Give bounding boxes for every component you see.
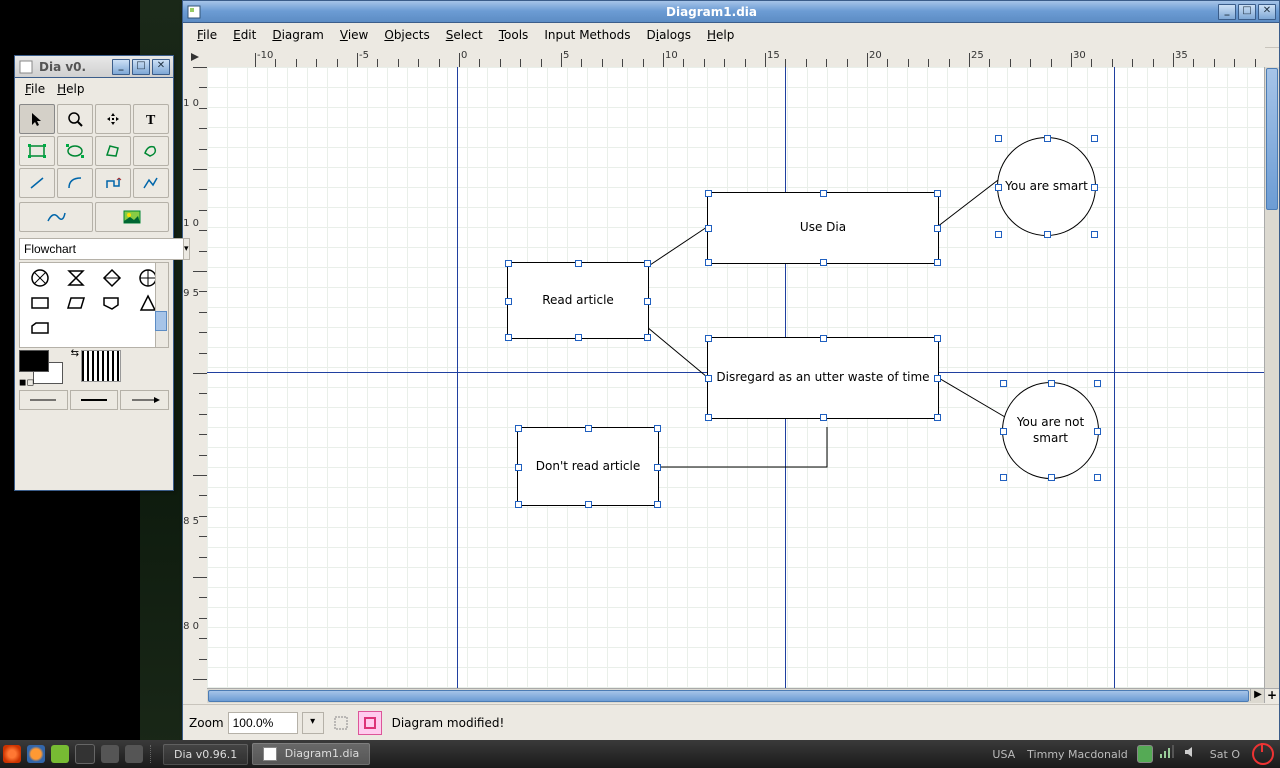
toolbox-menu-help[interactable]: Help bbox=[51, 80, 90, 98]
zoom-dropdown[interactable]: ▾ bbox=[302, 712, 324, 734]
tool-polyline[interactable] bbox=[133, 168, 169, 198]
scrollbar-horizontal[interactable]: ▶ bbox=[207, 688, 1265, 703]
menu-tools[interactable]: Tools bbox=[491, 25, 537, 45]
app-icon-5[interactable] bbox=[101, 745, 119, 763]
snap-toggle[interactable] bbox=[330, 712, 352, 734]
tool-line[interactable] bbox=[19, 168, 55, 198]
app-icon-6[interactable] bbox=[125, 745, 143, 763]
shape-process[interactable] bbox=[24, 292, 57, 314]
swap-colors-icon[interactable]: ⇆ bbox=[71, 348, 79, 359]
color-swatches[interactable]: ⇆ ◼◻ bbox=[19, 350, 71, 386]
ruler-horizontal[interactable]: -10-505101520253035 bbox=[207, 47, 1265, 68]
node-dontread[interactable]: Don't read article bbox=[517, 427, 659, 506]
main-title: Diagram1.dia bbox=[205, 5, 1218, 19]
node-usedia[interactable]: Use Dia bbox=[707, 192, 939, 264]
tray-keyboard[interactable]: USA bbox=[992, 748, 1015, 761]
zoom-input[interactable] bbox=[228, 712, 298, 734]
toolbox-window: Dia v0. _ □ ✕ File Help T ▾ bbox=[14, 55, 174, 491]
menu-edit[interactable]: Edit bbox=[225, 25, 264, 45]
nav-button[interactable]: + bbox=[1264, 688, 1279, 703]
dia-doc-icon bbox=[263, 747, 277, 761]
menu-select[interactable]: Select bbox=[438, 25, 491, 45]
tool-pointer[interactable] bbox=[19, 104, 55, 134]
shape-io[interactable] bbox=[60, 292, 93, 314]
status-message: Diagram modified! bbox=[388, 716, 1273, 730]
sheet-combo[interactable] bbox=[19, 238, 184, 260]
ruler-vertical[interactable]: 1 01 09 58 58 0 bbox=[183, 67, 208, 689]
toolbox-maximize-button[interactable]: □ bbox=[132, 59, 150, 75]
main-titlebar[interactable]: Diagram1.dia _ □ ✕ bbox=[183, 1, 1279, 23]
battery-icon[interactable] bbox=[1137, 745, 1153, 763]
taskbar-item-toolbox[interactable]: Dia v0.96.1 bbox=[163, 744, 248, 765]
node-read[interactable]: Read article bbox=[507, 262, 649, 339]
toolbox-close-button[interactable]: ✕ bbox=[152, 59, 170, 75]
arrow-end[interactable] bbox=[120, 390, 169, 410]
arrow-start[interactable] bbox=[19, 390, 68, 410]
pattern-picker[interactable] bbox=[81, 350, 121, 382]
shape-sort[interactable] bbox=[96, 267, 129, 289]
tool-beziergon[interactable] bbox=[133, 136, 169, 166]
node-notsmart[interactable]: You are not smart bbox=[1002, 382, 1099, 479]
main-window: Diagram1.dia _ □ ✕ File Edit Diagram Vie… bbox=[182, 0, 1280, 742]
statusbar: Zoom ▾ Diagram modified! bbox=[183, 704, 1279, 741]
menu-help[interactable]: Help bbox=[699, 25, 742, 45]
shape-card[interactable] bbox=[24, 317, 57, 339]
canvas[interactable]: Read article Use Dia Disregard as an utter… bbox=[207, 67, 1265, 689]
shape-panel bbox=[19, 262, 169, 348]
app-icon bbox=[19, 60, 33, 74]
power-icon[interactable] bbox=[1252, 743, 1274, 765]
tool-text[interactable]: T bbox=[133, 104, 169, 134]
menu-objects[interactable]: Objects bbox=[376, 25, 437, 45]
app-icon-3[interactable] bbox=[51, 745, 69, 763]
shape-display[interactable] bbox=[96, 292, 129, 314]
canvas-area: -10-505101520253035 1 01 09 58 58 0 Read… bbox=[183, 47, 1279, 703]
tool-bezier[interactable] bbox=[19, 202, 93, 232]
menu-diagram[interactable]: Diagram bbox=[264, 25, 332, 45]
minimize-button[interactable]: _ bbox=[1218, 4, 1236, 20]
taskbar-item-diagram[interactable]: Diagram1.dia bbox=[252, 743, 370, 765]
zoom-label: Zoom bbox=[189, 716, 224, 730]
tool-image[interactable] bbox=[95, 202, 169, 232]
menu-file[interactable]: File bbox=[189, 25, 225, 45]
object-toggle[interactable] bbox=[358, 711, 382, 735]
network-icon[interactable] bbox=[1159, 745, 1177, 763]
tray-user[interactable]: Timmy Macdonald bbox=[1027, 748, 1128, 761]
menu-view[interactable]: View bbox=[332, 25, 376, 45]
tool-zoom[interactable] bbox=[57, 104, 93, 134]
svg-text:T: T bbox=[146, 113, 156, 127]
firefox-icon[interactable] bbox=[27, 745, 45, 763]
node-smart[interactable]: You are smart bbox=[997, 137, 1096, 236]
tool-box[interactable] bbox=[19, 136, 55, 166]
start-icon[interactable] bbox=[3, 745, 21, 763]
node-disregard[interactable]: Disregard as an utter waste of time bbox=[707, 337, 939, 419]
toolbox-minimize-button[interactable]: _ bbox=[112, 59, 130, 75]
shape-scrollbar[interactable] bbox=[155, 263, 168, 347]
shape-summing[interactable] bbox=[24, 267, 57, 289]
toolbox-menu-file[interactable]: File bbox=[19, 80, 51, 98]
shape-collate[interactable] bbox=[60, 267, 93, 289]
taskbar: Dia v0.96.1 Diagram1.dia USA Timmy Macdo… bbox=[0, 740, 1280, 768]
scrollbar-vertical[interactable] bbox=[1264, 67, 1279, 689]
toolbox-titlebar[interactable]: Dia v0. _ □ ✕ bbox=[15, 56, 173, 78]
tray-clock[interactable]: Sat O bbox=[1210, 748, 1240, 761]
sheet-dropdown[interactable]: ▾ bbox=[184, 238, 190, 260]
line-style[interactable] bbox=[70, 390, 119, 410]
menu-input-methods[interactable]: Input Methods bbox=[536, 25, 638, 45]
reset-colors-icon[interactable]: ◼◻ bbox=[19, 378, 34, 388]
ruler-corner[interactable] bbox=[183, 47, 208, 68]
toolbox-title: Dia v0. bbox=[37, 60, 112, 74]
tool-polygon[interactable] bbox=[95, 136, 131, 166]
terminal-icon[interactable] bbox=[75, 744, 95, 764]
main-menubar: File Edit Diagram View Objects Select To… bbox=[183, 23, 1279, 48]
tool-ellipse[interactable] bbox=[57, 136, 93, 166]
close-button[interactable]: ✕ bbox=[1258, 4, 1276, 20]
menu-dialogs[interactable]: Dialogs bbox=[638, 25, 699, 45]
app-icon bbox=[187, 5, 201, 19]
tool-arc[interactable] bbox=[57, 168, 93, 198]
tool-pan[interactable] bbox=[95, 104, 131, 134]
toolbox-menubar: File Help bbox=[15, 78, 173, 100]
volume-icon[interactable] bbox=[1183, 745, 1201, 763]
maximize-button[interactable]: □ bbox=[1238, 4, 1256, 20]
tool-zigzag[interactable] bbox=[95, 168, 131, 198]
